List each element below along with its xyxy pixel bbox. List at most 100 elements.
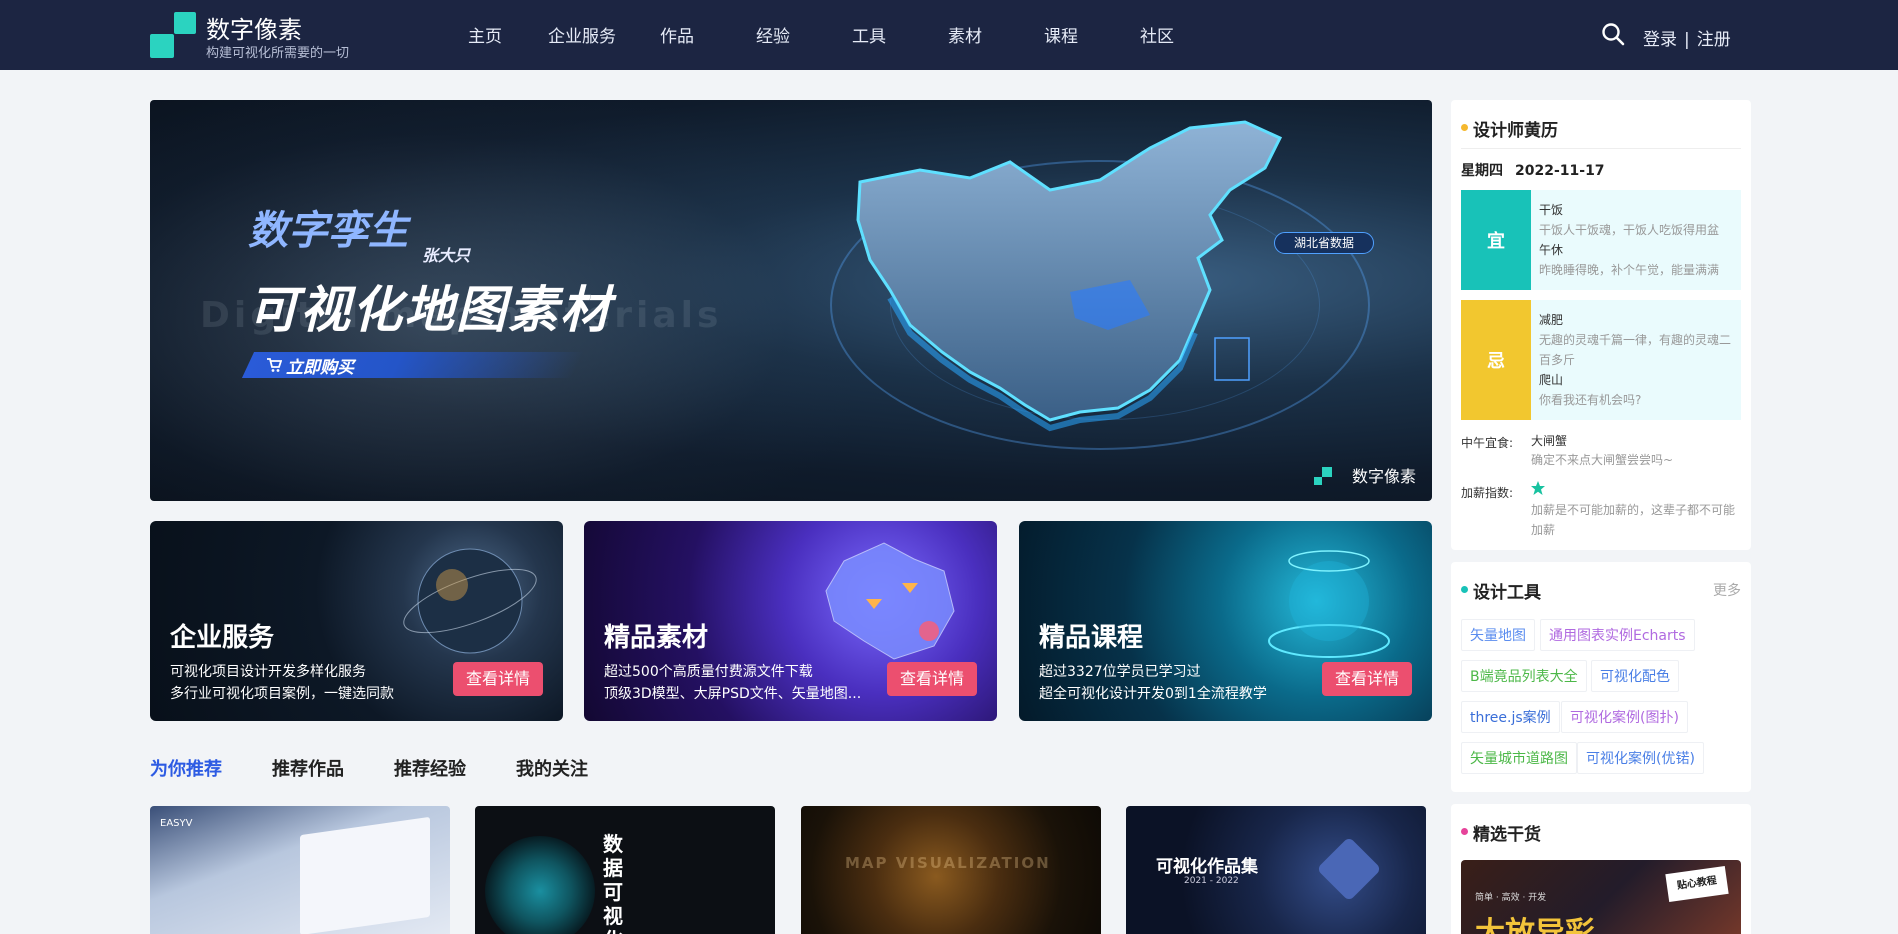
entry-desc: 干饭人干饭魂，干饭人吃饭得用盆 <box>1539 223 1720 237</box>
watermark-logo-icon <box>1314 467 1332 485</box>
globe-icon <box>403 548 537 654</box>
logo-square-top <box>174 12 196 34</box>
feature-line: 超全可视化设计开发0到1全流程教学 <box>1039 686 1267 702</box>
section-dot <box>1461 586 1468 593</box>
cube-icon <box>1316 836 1382 902</box>
nav-item-enterprise[interactable]: 企业服务 <box>548 22 616 47</box>
thumb-title: 大放异彩 <box>1475 916 1595 934</box>
eye-icon <box>485 836 595 934</box>
feature-line: 可视化项目设计开发多样化服务 <box>170 664 366 680</box>
hero-banner[interactable]: 湖北省数据 Digital map materials 数字孪生 张大只 可视化… <box>150 100 1432 501</box>
work-thumbnail-dashboard <box>300 816 430 934</box>
top-navbar: 数字像素 构建可视化所需要的一切 主页 企业服务 作品 经验 工具 素材 课程 … <box>0 0 1898 70</box>
nav-item-works[interactable]: 作品 <box>660 22 694 47</box>
banner-watermark: 数字像素 <box>1351 467 1416 486</box>
tool-tag[interactable]: B端竟品列表大全 <box>1461 660 1587 692</box>
lunch-desc: 确定不来点大闸蟹尝尝吗~ <box>1531 453 1674 467</box>
tool-tag[interactable]: 可视化案例(优锘) <box>1577 742 1704 774</box>
feature-title: 企业服务 <box>170 623 275 653</box>
tab-recommended-experience[interactable]: 推荐经验 <box>394 755 466 781</box>
raise-desc: 加薪是不可能加薪的，这辈子都不可能加薪 <box>1531 503 1736 537</box>
brand-slogan: 构建可视化所需要的一切 <box>206 46 350 61</box>
entry-name: 减肥 <box>1539 313 1564 327</box>
tool-tag[interactable]: 可视化案例(图扑) <box>1561 701 1688 733</box>
cart-icon[interactable] <box>266 357 282 373</box>
feature-card-enterprise[interactable]: 企业服务 可视化项目设计开发多样化服务 多行业可视化项目案例，一键选同款 查看详… <box>150 521 563 721</box>
feature-card-courses[interactable]: 精品课程 超过3327位学员已学习过 超全可视化设计开发0到1全流程教学 查看详… <box>1019 521 1432 721</box>
dry-goods-thumbnail[interactable]: 简单 · 高效 · 开发 大放异彩 贴心教程 <box>1461 860 1741 934</box>
almanac-date: 星期四 2022-11-17 <box>1461 160 1617 180</box>
almanac-entry: 减肥 无趣的灵魂千篇一律，有趣的灵魂二百多斤 爬山 你看我还有机会吗? <box>1539 310 1733 410</box>
entry-name: 午休 <box>1539 243 1564 257</box>
tutorial-badge: 贴心教程 <box>1665 865 1729 903</box>
tool-tag[interactable]: 可视化配色 <box>1591 660 1679 692</box>
lunch-label: 中午宜食: <box>1461 436 1514 450</box>
tab-recommended[interactable]: 为你推荐 <box>150 755 222 781</box>
view-details-button[interactable]: 查看详情 <box>887 662 977 696</box>
work-card[interactable]: MAP VISUALIZATION <box>801 806 1101 934</box>
tool-tag[interactable]: three.js案例 <box>1461 701 1560 733</box>
work-sublabel: 2021 - 2022 <box>1184 876 1239 886</box>
work-label: 数据可视化 <box>603 832 623 934</box>
tab-recommended-works[interactable]: 推荐作品 <box>272 755 344 781</box>
search-icon[interactable] <box>1601 22 1625 46</box>
almanac-title: 设计师黄历 <box>1473 121 1558 141</box>
work-label: 可视化作品集 <box>1156 857 1258 877</box>
hologram-icon <box>1268 550 1390 658</box>
tools-panel: 设计工具 更多 矢量地图 通用图表实例Echarts B端竟品列表大全 可视化配… <box>1451 562 1751 792</box>
work-card[interactable]: 可视化作品集 2021 - 2022 <box>1126 806 1426 934</box>
banner-author: 张大只 <box>422 246 471 265</box>
login-link[interactable]: 登录 <box>1643 30 1677 50</box>
auth-separator: | <box>1684 30 1690 50</box>
feature-line: 多行业可视化项目案例，一键选同款 <box>170 686 394 702</box>
china-map-illustration <box>856 120 1283 432</box>
dry-goods-title: 精选干货 <box>1473 825 1541 845</box>
good-tag: 宜 <box>1461 190 1531 290</box>
nav-item-home[interactable]: 主页 <box>468 22 502 47</box>
more-link[interactable]: 更多 <box>1713 580 1741 600</box>
star-icon <box>1531 481 1545 495</box>
entry-name: 干饭 <box>1539 203 1564 217</box>
brand-name[interactable]: 数字像素 <box>206 10 302 45</box>
tab-following[interactable]: 我的关注 <box>516 755 588 781</box>
raise-label: 加薪指数: <box>1461 486 1514 500</box>
lunch-value: 大闸蟹 <box>1531 434 1568 448</box>
entry-desc: 无趣的灵魂千篇一律，有趣的灵魂二百多斤 <box>1539 333 1732 367</box>
work-card[interactable]: EASYV <box>150 806 450 934</box>
work-label: EASYV <box>160 818 193 829</box>
feature-line: 超过3327位学员已学习过 <box>1039 664 1201 680</box>
feature-title: 精品课程 <box>1039 623 1144 653</box>
logo-square-bottom <box>150 34 174 58</box>
nav-item-courses[interactable]: 课程 <box>1044 22 1078 47</box>
feature-line: 顶级3D模型、大屏PSD文件、矢量地图... <box>604 686 862 702</box>
entry-name: 爬山 <box>1539 373 1564 387</box>
brand-logo[interactable] <box>150 12 200 58</box>
nav-item-community[interactable]: 社区 <box>1140 22 1174 47</box>
bad-tag: 忌 <box>1461 300 1531 420</box>
banner-subtitle: 数字孪生 <box>248 208 408 254</box>
section-dot <box>1461 124 1468 131</box>
banner-title: 可视化地图素材 <box>248 281 612 339</box>
tool-tag[interactable]: 矢量城市道路图 <box>1461 742 1577 774</box>
nav-item-experience[interactable]: 经验 <box>756 22 790 47</box>
tool-tag[interactable]: 通用图表实例Echarts <box>1540 619 1695 651</box>
map-region-label: 湖北省数据 <box>1274 232 1374 254</box>
tool-tag[interactable]: 矢量地图 <box>1461 619 1535 651</box>
feature-card-materials[interactable]: 精品素材 超过500个高质量付费源文件下载 顶级3D模型、大屏PSD文件、矢量地… <box>584 521 997 721</box>
view-details-button[interactable]: 查看详情 <box>1322 662 1412 696</box>
feature-line: 超过500个高质量付费源文件下载 <box>604 664 813 680</box>
nav-item-tools[interactable]: 工具 <box>852 22 886 47</box>
section-dot <box>1461 828 1468 835</box>
nav-item-materials[interactable]: 素材 <box>948 22 982 47</box>
work-card[interactable]: 数据可视化 <box>475 806 775 934</box>
feature-title: 精品素材 <box>604 623 709 653</box>
almanac-panel: 设计师黄历 星期四 2022-11-17 宜 干饭 干饭人干饭魂，干饭人吃饭得用盆… <box>1451 100 1751 550</box>
register-link[interactable]: 注册 <box>1697 30 1731 50</box>
bad-entries: 减肥 无趣的灵魂千篇一律，有趣的灵魂二百多斤 爬山 你看我还有机会吗? <box>1531 300 1741 420</box>
view-details-button[interactable]: 查看详情 <box>453 662 543 696</box>
almanac-entry: 干饭 干饭人干饭魂，干饭人吃饭得用盆 午休 昨晚睡得晚，补个午觉，能量满满 <box>1539 200 1733 280</box>
tools-title: 设计工具 <box>1473 583 1541 603</box>
divider <box>1461 148 1741 149</box>
good-entries: 干饭 干饭人干饭魂，干饭人吃饭得用盆 午休 昨晚睡得晚，补个午觉，能量满满 <box>1531 190 1741 290</box>
buy-now-button[interactable]: 立即购买 <box>286 353 354 378</box>
